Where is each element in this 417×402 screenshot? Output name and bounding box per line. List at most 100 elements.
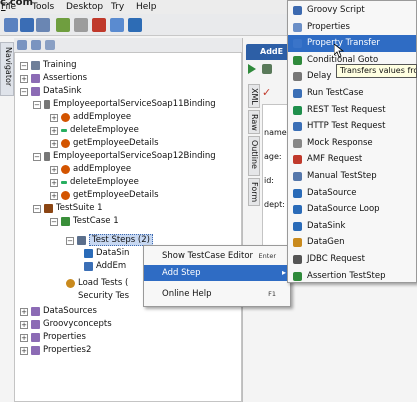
tree-item[interactable]: + Properties [20,331,86,344]
expand-toggle-icon[interactable]: + [50,113,58,122]
step-type-icon [293,122,302,132]
tree-item[interactable]: + Properties2 [20,344,91,357]
tree-item[interactable]: − EmployeeportalServiceSoap11Binding [33,98,216,111]
submenu-arrow-icon: ▸ [281,268,286,277]
step-menu-item[interactable]: Groovy Script [288,2,416,19]
tree-item[interactable]: Load Tests ( [66,277,128,290]
step-menu-item[interactable]: Mock Response [288,135,416,152]
expand-toggle-icon[interactable]: + [20,320,28,329]
tree-item[interactable]: DataSin [84,247,129,260]
tree-item[interactable]: AddEm [84,260,126,273]
tab-xml[interactable]: XML [248,84,260,108]
collapse-toggle-icon[interactable]: − [33,100,41,109]
step-menu-item[interactable]: JDBC Request [288,251,416,268]
step-menu-item[interactable]: Properties [288,19,416,36]
expand-toggle-icon[interactable]: + [20,74,28,83]
collapse-toggle-icon[interactable]: − [50,217,58,226]
forward-icon[interactable] [56,18,70,32]
menu-tools[interactable]: Tools [32,2,54,12]
expand-toggle-icon[interactable]: + [20,333,28,342]
save-all-icon[interactable] [36,18,50,32]
tab-outline[interactable]: Outline [248,136,260,176]
project-icon [31,346,40,355]
step-menu-item[interactable]: Manual TestStep [288,168,416,185]
project-icon [31,333,40,342]
interface-icon [44,152,50,161]
tree-item[interactable]: + Groovyconcepts [20,318,112,331]
menu-desktop[interactable]: Desktop [66,2,103,12]
collapse-toggle-icon[interactable]: − [66,236,74,245]
help-icon[interactable] [128,18,142,32]
test-steps-icon [77,236,86,245]
step-menu-item[interactable]: DataSink [288,218,416,235]
step-type-icon [293,55,302,65]
tree-item[interactable]: + deleteEmployee [50,176,139,189]
step-type-icon [293,271,302,281]
tree-item[interactable]: + addEmployee [50,163,131,176]
menu-try[interactable]: Try [111,2,124,12]
validate-icon[interactable]: ✓ [262,86,271,99]
stop-icon[interactable] [92,18,106,32]
datasink-step-icon [84,249,93,258]
preferences-icon[interactable] [74,18,88,32]
step-menu-item[interactable]: DataSource Loop [288,201,416,218]
expand-icon[interactable] [31,40,41,50]
step-menu-item[interactable]: AMF Request [288,151,416,168]
collapse-toggle-icon[interactable]: − [33,204,41,213]
navigator-tab[interactable]: Navigator [0,42,14,96]
menu-item-online-help[interactable]: Online Help F1 [144,286,290,302]
filter-icon[interactable] [45,40,55,50]
expand-toggle-icon[interactable]: + [50,126,58,135]
menu-bar: File Tools Desktop Try Help [0,0,290,14]
step-menu-item[interactable]: Run TestCase [288,85,416,102]
step-menu-item[interactable]: DataSource [288,185,416,202]
operation-icon [61,139,70,148]
expand-toggle-icon[interactable]: + [50,165,58,174]
step-type-icon [293,255,302,264]
collapse-toggle-icon[interactable]: − [20,61,28,70]
tree-item[interactable]: − DataSink [20,85,81,98]
add-icon[interactable] [262,64,272,74]
field-label-age: age: [264,152,282,161]
expand-toggle-icon[interactable]: + [50,191,58,200]
tree-item[interactable]: + addEmployee [50,111,131,124]
collapse-toggle-icon[interactable]: − [33,152,41,161]
tab-form[interactable]: Form [248,178,260,206]
navigator-tab-label: Navigator [4,47,13,87]
tree-item-selected[interactable]: − Test Steps (2) [66,234,153,247]
step-menu-item[interactable]: HTTP Test Request [288,118,416,135]
step-type-icon [293,221,302,231]
new-project-icon[interactable] [4,18,18,32]
tooltip: Transfers values from [336,64,417,78]
request-step-icon [84,262,93,271]
tree-item[interactable]: − EmployeeportalServiceSoap12Binding [33,150,216,163]
expand-toggle-icon[interactable]: + [20,346,28,355]
field-label-name: name [264,128,287,137]
tree-item[interactable]: − TestSuite 1 [33,202,103,215]
menu-item-add-step[interactable]: Add Step ▸ [144,265,290,281]
menu-help[interactable]: Help [136,2,157,12]
expand-toggle-icon[interactable]: + [50,178,58,187]
tab-raw[interactable]: Raw [248,110,260,134]
step-type-icon [293,238,302,248]
tree-item[interactable]: + Assertions [20,72,87,85]
tree-item[interactable]: + deleteEmployee [50,124,139,137]
collapse-icon[interactable] [17,40,27,50]
proxy-icon[interactable] [110,18,124,32]
expand-toggle-icon[interactable]: + [20,307,28,316]
project-icon [31,320,40,329]
tree-item[interactable]: + DataSources [20,305,97,318]
menu-item-show-testcase-editor[interactable]: Show TestCase Editor Enter [144,248,290,264]
collapse-toggle-icon[interactable]: − [20,87,28,96]
step-menu-item[interactable]: DataGen [288,234,416,251]
import-icon[interactable] [20,18,34,32]
tree-item-root[interactable]: − Training [20,59,77,72]
tree-item[interactable]: − TestCase 1 [50,215,119,228]
tree-item[interactable]: Security Tes [78,290,129,303]
tree-item[interactable]: + getEmployeeDetails [50,137,159,150]
step-menu-item[interactable]: Assertion TestStep [288,268,416,285]
step-menu-item[interactable]: REST Test Request [288,102,416,119]
expand-toggle-icon[interactable]: + [50,139,58,148]
tree-item[interactable]: + getEmployeeDetails [50,189,159,202]
step-menu-item[interactable]: Property Transfer [288,35,416,52]
